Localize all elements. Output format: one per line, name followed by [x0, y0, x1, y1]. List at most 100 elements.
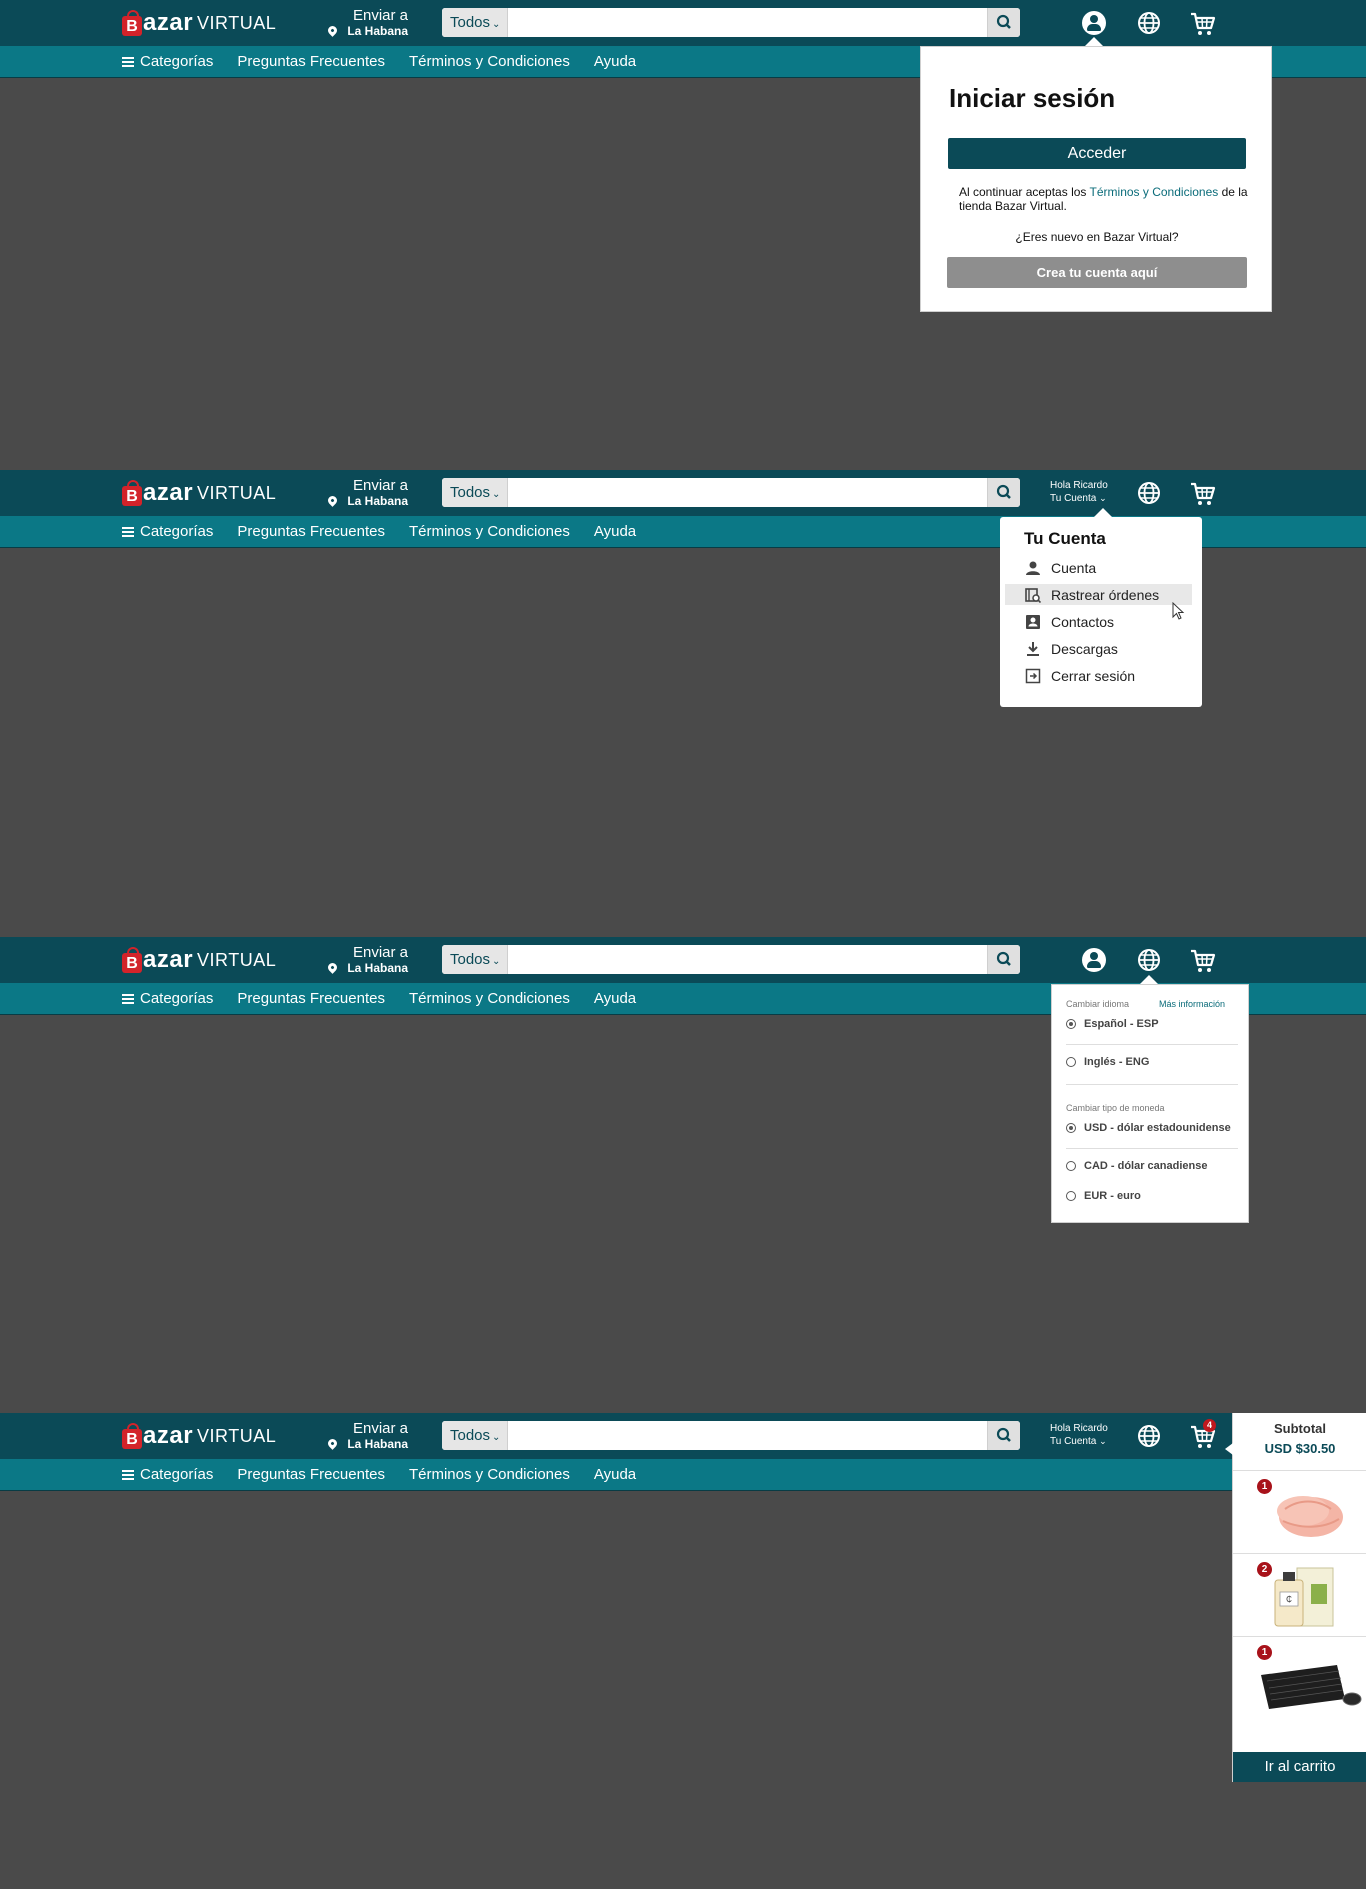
cart-icon[interactable]	[1190, 481, 1216, 507]
currency-option-eur[interactable]: EUR - euro	[1066, 1190, 1141, 1202]
user-account-icon[interactable]	[1082, 948, 1106, 972]
search-button[interactable]	[987, 478, 1020, 507]
nav-categories[interactable]: Categorías	[122, 1466, 213, 1483]
cart-item[interactable]: 1	[1233, 1471, 1366, 1553]
cart-icon[interactable]	[1190, 948, 1216, 974]
deliver-city: La Habana	[347, 24, 408, 38]
search-bar: Todos ⌄	[442, 945, 1020, 974]
nav-faq[interactable]: Preguntas Frecuentes	[237, 53, 385, 70]
nav-help[interactable]: Ayuda	[594, 1466, 636, 1483]
globe-icon[interactable]	[1137, 948, 1161, 972]
deliver-to[interactable]: Enviar a La Habana	[326, 7, 408, 38]
currency-option-cad[interactable]: CAD - dólar canadiense	[1066, 1160, 1207, 1172]
logo-virtual: VIRTUAL	[197, 949, 277, 970]
search-category-select[interactable]: Todos ⌄	[442, 478, 508, 507]
nav-faq[interactable]: Preguntas Frecuentes	[237, 990, 385, 1007]
svg-text:₵: ₵	[1286, 1595, 1292, 1604]
search-button[interactable]	[987, 8, 1020, 37]
logo-word: azar	[143, 479, 194, 506]
hamburger-icon	[122, 993, 134, 1004]
deliver-to[interactable]: Enviar a La Habana	[326, 477, 408, 508]
logo[interactable]: B azar VIRTUAL	[122, 1420, 276, 1452]
cart-icon[interactable]	[1190, 11, 1216, 37]
search-input[interactable]	[509, 1421, 987, 1450]
nav-faq[interactable]: Preguntas Frecuentes	[237, 523, 385, 540]
nav-terms[interactable]: Términos y Condiciones	[409, 1466, 570, 1483]
account-menu-title: Tu Cuenta	[1024, 529, 1106, 548]
deliver-city: La Habana	[347, 961, 408, 975]
cart-preview-panel: Subtotal USD $30.50 1 2 ₵ 1 Ir al carrit…	[1225, 1413, 1366, 1782]
terms-notice: Al continuar aceptas los Términos y Cond…	[959, 185, 1248, 213]
hamburger-icon	[122, 526, 134, 537]
account-greeting[interactable]: Hola Ricardo Tu Cuenta ⌄	[1050, 480, 1110, 505]
logo-virtual: VIRTUAL	[197, 1425, 277, 1446]
bag-logo-icon: B	[122, 947, 142, 973]
globe-icon[interactable]	[1137, 11, 1161, 35]
logo[interactable]: B azar VIRTUAL	[122, 944, 276, 976]
currency-option-usd[interactable]: USD - dólar estadounidense	[1066, 1122, 1231, 1134]
perfume-bottle-image: ₵	[1274, 1567, 1334, 1627]
more-info-link[interactable]: Más información	[1159, 999, 1225, 1009]
nav-menu: Categorías Preguntas Frecuentes Términos…	[122, 46, 660, 77]
globe-icon[interactable]	[1137, 1424, 1161, 1448]
search-button[interactable]	[987, 1421, 1020, 1450]
language-currency-menu: Cambiar idioma Más información Español -…	[1051, 984, 1249, 1223]
account-greeting[interactable]: Hola Ricardo Tu Cuenta ⌄	[1050, 1423, 1110, 1448]
signin-button[interactable]: Acceder	[948, 138, 1246, 169]
search-category-select[interactable]: Todos ⌄	[442, 945, 508, 974]
create-account-button[interactable]: Crea tu cuenta aquí	[947, 257, 1247, 288]
divider	[1066, 1084, 1238, 1085]
account-menu-item-track-orders[interactable]: Rastrear órdenes	[1005, 584, 1192, 605]
nav-categories[interactable]: Categorías	[122, 53, 213, 70]
search-category-select[interactable]: Todos ⌄	[442, 1421, 508, 1450]
search-input[interactable]	[509, 478, 987, 507]
account-menu-item-downloads[interactable]: Descargas	[1005, 638, 1192, 659]
nav-terms[interactable]: Términos y Condiciones	[409, 53, 570, 70]
logo-virtual: VIRTUAL	[197, 12, 277, 33]
nav-help[interactable]: Ayuda	[594, 523, 636, 540]
logo-virtual: VIRTUAL	[197, 482, 277, 503]
nav-faq[interactable]: Preguntas Frecuentes	[237, 1466, 385, 1483]
screen-login-popup: B azar VIRTUAL Enviar a La Habana Todos ⌄…	[0, 0, 1366, 470]
language-option-es[interactable]: Español - ESP	[1066, 1018, 1159, 1030]
nav-terms[interactable]: Términos y Condiciones	[409, 523, 570, 540]
user-account-icon[interactable]	[1082, 11, 1106, 35]
logo[interactable]: B azar VIRTUAL	[122, 7, 276, 39]
account-menu-item-contacts[interactable]: Contactos	[1005, 611, 1192, 632]
cart-item[interactable]: 2 ₵	[1233, 1554, 1366, 1636]
language-option-en[interactable]: Inglés - ENG	[1066, 1056, 1149, 1068]
radio-icon	[1066, 1057, 1076, 1067]
search-input[interactable]	[509, 945, 987, 974]
globe-icon[interactable]	[1137, 481, 1161, 505]
bag-logo-icon: B	[122, 1423, 142, 1449]
nav-help[interactable]: Ayuda	[594, 53, 636, 70]
cart-item[interactable]: 1	[1233, 1637, 1366, 1719]
logo-word: azar	[143, 1422, 194, 1449]
search-input[interactable]	[509, 8, 987, 37]
contacts-icon	[1025, 614, 1041, 630]
deliver-to[interactable]: Enviar a La Habana	[326, 945, 408, 975]
deliver-label: Enviar a	[352, 7, 408, 24]
account-menu-item-account[interactable]: Cuenta	[1005, 557, 1192, 578]
search-category-select[interactable]: Todos ⌄	[442, 8, 508, 37]
nav-terms[interactable]: Términos y Condiciones	[409, 990, 570, 1007]
login-title: Iniciar sesión	[949, 83, 1116, 113]
deliver-to[interactable]: Enviar a La Habana	[326, 1421, 408, 1451]
deliver-label: Enviar a	[352, 477, 408, 494]
logo[interactable]: B azar VIRTUAL	[122, 477, 276, 509]
screen-account-menu: B azar VIRTUAL Enviar a La Habana Todos ⌄…	[0, 470, 1366, 937]
search-button[interactable]	[987, 945, 1020, 974]
person-icon	[1025, 560, 1041, 576]
search-icon	[996, 1427, 1011, 1442]
language-heading: Cambiar idioma	[1066, 999, 1130, 1009]
radio-selected-icon	[1066, 1019, 1076, 1029]
search-icon	[996, 14, 1011, 29]
nav-categories[interactable]: Categorías	[122, 990, 213, 1007]
account-menu-item-logout[interactable]: Cerrar sesión	[1005, 665, 1192, 686]
nav-menu: Categorías Preguntas Frecuentes Términos…	[122, 516, 660, 547]
go-to-cart-button[interactable]: Ir al carrito	[1233, 1752, 1366, 1782]
nav-categories[interactable]: Categorías	[122, 523, 213, 540]
terms-link[interactable]: Términos y Condiciones	[1090, 185, 1219, 199]
track-orders-icon	[1025, 587, 1042, 603]
nav-help[interactable]: Ayuda	[594, 990, 636, 1007]
